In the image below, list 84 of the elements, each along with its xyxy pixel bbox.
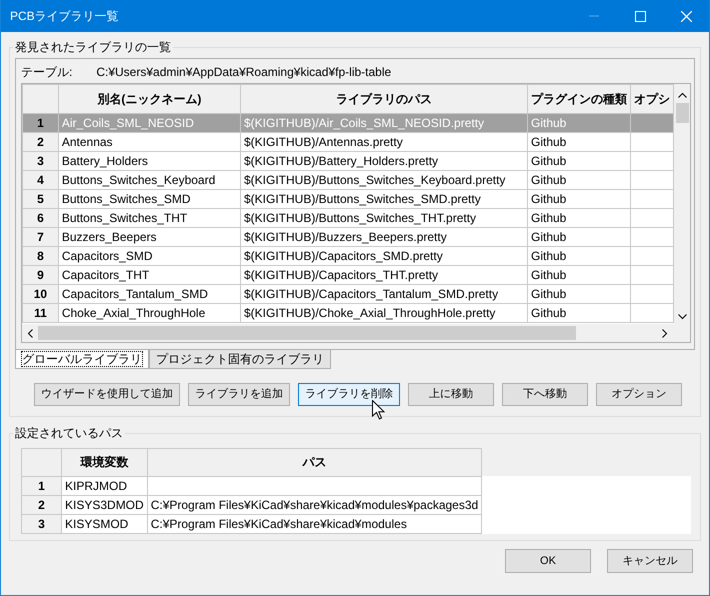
row-number: 7 bbox=[22, 228, 58, 246]
table-cell: $(KIGITHUB)/Air_Coils_SML_NEOSID.pretty bbox=[240, 114, 528, 132]
action-button[interactable]: 下へ移動 bbox=[502, 383, 588, 406]
table-cell: KIPRJMOD bbox=[62, 476, 148, 496]
row-number: 3 bbox=[22, 152, 58, 170]
row-number: 10 bbox=[22, 284, 58, 304]
action-button[interactable]: 上に移動 bbox=[408, 383, 494, 406]
table-cell: Github bbox=[527, 266, 630, 284]
table-cell: Github bbox=[527, 114, 630, 132]
column-header[interactable]: パス bbox=[147, 448, 482, 476]
action-button[interactable]: ライブラリを追加 bbox=[188, 383, 290, 406]
table-row[interactable]: 4 Buttons_Switches_Keyboard $(KIGITHUB)/Buttons_Switches_Keyboard.pretty Github bbox=[22, 170, 674, 190]
column-header[interactable]: 別名(ニックネーム) bbox=[58, 84, 240, 114]
table-cell: Air_Coils_SML_NEOSID bbox=[58, 114, 240, 132]
table-cell: Antennas bbox=[58, 132, 240, 152]
table-cell: Github bbox=[527, 228, 630, 246]
table-path: C:¥Users¥admin¥AppData¥Roaming¥kicad¥fp-lib-table bbox=[96, 65, 392, 79]
column-header[interactable]: ライブラリのパス bbox=[240, 84, 528, 114]
row-number: 11 bbox=[22, 304, 58, 322]
table-cell: $(KIGITHUB)/Antennas.pretty bbox=[240, 132, 528, 152]
row-number: 3 bbox=[22, 514, 62, 534]
table-cell: Github bbox=[527, 246, 630, 266]
table-cell: Buttons_Switches_SMD bbox=[58, 190, 240, 208]
table-cell: Choke_Axial_ThroughHole bbox=[58, 304, 240, 322]
table-row[interactable]: 7 Buzzers_Beepers $(KIGITHUB)/Buzzers_Beepers.pretty Github bbox=[22, 228, 674, 246]
table-cell: $(KIGITHUB)/Battery_Holders.pretty bbox=[240, 152, 528, 170]
row-number: 6 bbox=[22, 208, 58, 228]
table-row[interactable]: 11 Choke_Axial_ThroughHole $(KIGITHUB)/Choke_Axial_ThroughHole.pretty Github bbox=[22, 304, 674, 322]
table-cell: Buzzers_Beepers bbox=[58, 228, 240, 246]
action-button[interactable]: ウイザードを使用して追加 bbox=[34, 383, 180, 406]
table-cell: Capacitors_SMD bbox=[58, 246, 240, 266]
table-cell: Battery_Holders bbox=[58, 152, 240, 170]
table-cell: Github bbox=[527, 170, 630, 190]
row-number: 5 bbox=[22, 190, 58, 208]
table-cell: Github bbox=[527, 284, 630, 304]
row-number: 2 bbox=[22, 496, 62, 514]
tab[interactable]: プロジェクト固有のライブラリ bbox=[149, 350, 331, 369]
table-cell: $(KIGITHUB)/Buttons_Switches_SMD.pretty bbox=[240, 190, 528, 208]
tab[interactable]: グローバルライブラリ bbox=[15, 350, 149, 369]
row-number: 4 bbox=[22, 170, 58, 190]
table-cell: Github bbox=[527, 304, 630, 322]
table-cell: KISYSMOD bbox=[62, 514, 148, 534]
table-row[interactable]: 6 Buttons_Switches_THT $(KIGITHUB)/Buttons_Switches_THT.pretty Github bbox=[22, 208, 674, 228]
table-cell: $(KIGITHUB)/Buttons_Switches_THT.pretty bbox=[240, 208, 528, 228]
row-number: 1 bbox=[22, 114, 58, 132]
window-title: PCBライブラリ一覧 bbox=[9, 8, 120, 25]
table-row[interactable]: 3 Battery_Holders $(KIGITHUB)/Battery_Holders.pretty Github bbox=[22, 152, 674, 170]
action-button[interactable]: オプション bbox=[596, 383, 682, 406]
group-label: 設定されているパス bbox=[13, 425, 125, 441]
dialog-button[interactable]: キャンセル bbox=[607, 549, 693, 573]
table-cell: $(KIGITHUB)/Choke_Axial_ThroughHole.pretty bbox=[240, 304, 528, 322]
table-cell: $(KIGITHUB)/Capacitors_Tantalum_SMD.pretty bbox=[240, 284, 528, 304]
table-cell: $(KIGITHUB)/Buttons_Switches_Keyboard.pretty bbox=[240, 170, 528, 190]
table-cell: KISYS3DMOD bbox=[62, 496, 148, 514]
table-row[interactable]: 5 Buttons_Switches_SMD $(KIGITHUB)/Buttons_Switches_SMD.pretty Github bbox=[22, 190, 674, 208]
column-header[interactable]: 環境変数 bbox=[62, 448, 148, 476]
row-number: 2 bbox=[22, 132, 58, 152]
table-cell: $(KIGITHUB)/Capacitors_THT.pretty bbox=[240, 266, 528, 284]
table-row[interactable]: 9 Capacitors_THT $(KIGITHUB)/Capacitors_THT.pretty Github bbox=[22, 266, 674, 284]
table-cell: Capacitors_THT bbox=[58, 266, 240, 284]
table-cell: C:¥Program Files¥KiCad¥share¥kicad¥modules bbox=[147, 514, 482, 534]
table-cell: Buttons_Switches_Keyboard bbox=[58, 170, 240, 190]
table-cell: C:¥Program Files¥KiCad¥share¥kicad¥modules¥packages3d bbox=[147, 496, 482, 514]
table-row[interactable]: 8 Capacitors_SMD $(KIGITHUB)/Capacitors_SMD.pretty Github bbox=[22, 246, 674, 266]
table-cell: Github bbox=[527, 152, 630, 170]
table-cell: Buttons_Switches_THT bbox=[58, 208, 240, 228]
column-header[interactable]: オプシ bbox=[630, 84, 674, 114]
row-number: 9 bbox=[22, 266, 58, 284]
column-header[interactable]: プラグインの種類 bbox=[527, 84, 630, 114]
table-cell: Github bbox=[527, 190, 630, 208]
row-number: 8 bbox=[22, 246, 58, 266]
table-label: テーブル: bbox=[21, 65, 72, 79]
table-row[interactable]: 2 Antennas $(KIGITHUB)/Antennas.pretty Github bbox=[22, 132, 674, 152]
table-cell: Capacitors_Tantalum_SMD bbox=[58, 284, 240, 304]
table-cell: $(KIGITHUB)/Buzzers_Beepers.pretty bbox=[240, 228, 528, 246]
table-row[interactable]: 10 Capacitors_Tantalum_SMD $(KIGITHUB)/Capacitors_Tantalum_SMD.pretty Github bbox=[22, 284, 674, 304]
row-number: 1 bbox=[22, 476, 62, 496]
group-label: 発見されたライブラリの一覧 bbox=[13, 39, 173, 55]
table-row[interactable]: 1 Air_Coils_SML_NEOSID $(KIGITHUB)/Air_Coils_SML_NEOSID.pretty Github bbox=[22, 114, 674, 132]
action-button[interactable]: ライブラリを削除 bbox=[298, 383, 400, 406]
table-cell: $(KIGITHUB)/Capacitors_SMD.pretty bbox=[240, 246, 528, 266]
table-cell: Github bbox=[527, 208, 630, 228]
table-cell: Github bbox=[527, 132, 630, 152]
dialog-button[interactable]: OK bbox=[505, 549, 591, 573]
